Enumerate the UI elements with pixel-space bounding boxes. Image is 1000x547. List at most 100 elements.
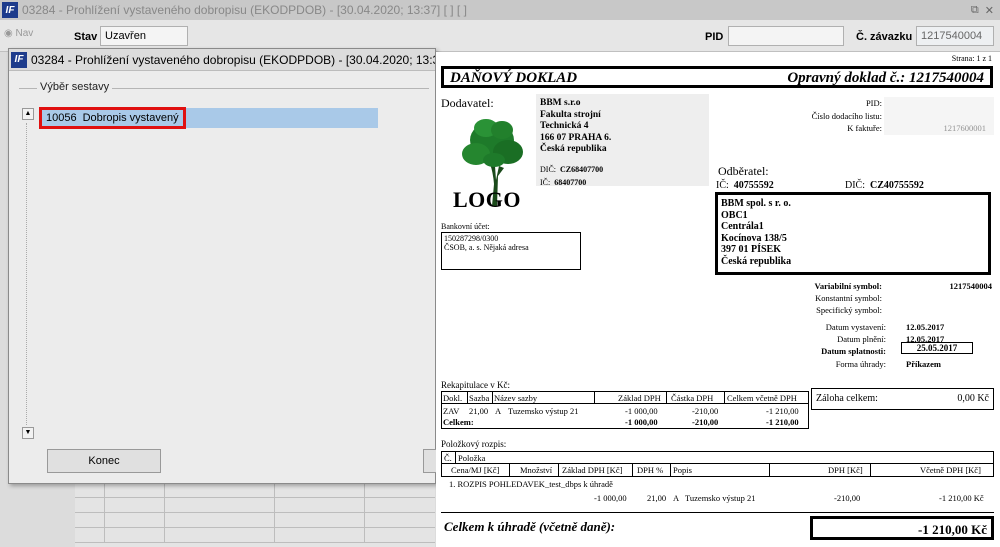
supplier-name: BBM s.r.o — [540, 98, 581, 108]
rekap-row-castka: -210,00 — [692, 406, 719, 416]
zaloha-value: 0,00 Kč — [957, 393, 989, 404]
odberatel-ic: IČ: 40755592 — [716, 180, 774, 191]
supplier-dic-value: CZ68407700 — [560, 165, 604, 174]
supplier-line3: Technická 4 — [540, 121, 589, 131]
pol-h-dph-pct: DPH % — [637, 465, 664, 475]
odberatel-label: Odběratel: — [718, 164, 769, 178]
customer-line5: 397 01 PÍSEK — [721, 244, 782, 255]
rekap-h-nazev: Název sazby — [494, 393, 538, 403]
rekap-row-kod: A — [495, 406, 502, 416]
group-label: Výběr sestavy — [37, 81, 113, 93]
odberatel-dic-value: CZ40755592 — [870, 180, 924, 191]
bank-label: Bankovní účet: — [441, 222, 490, 231]
ks-label: Konstantní symbol: — [815, 293, 882, 303]
pol-h-c: Č. — [444, 453, 452, 463]
nav-tab[interactable]: ◉ Nav — [4, 28, 33, 39]
rekap-row-sazba: 21,00 — [469, 406, 489, 416]
invoice-preview: Strana: 1 z 1 DAŇOVÝ DOKLAD Opravný dokl… — [436, 52, 1000, 547]
supplier-ic-label: IČ: — [540, 178, 551, 187]
rekap-row-dokl: ZAV — [443, 406, 460, 416]
customer-address-box: BBM spol. s r. o. OBC1 Centrála1 Kocínov… — [715, 192, 991, 275]
odberatel-dic: DIČ: CZ40755592 — [845, 180, 924, 191]
selected-item-highlight[interactable]: 10056 Dobropis vystavený — [39, 107, 186, 129]
customer-line3: Centrála1 — [721, 221, 764, 232]
pol-h-zaklad: Základ DPH [Kč] — [562, 465, 623, 475]
zaloha-label: Záloha celkem: — [816, 393, 878, 404]
pid-label: PID — [705, 31, 724, 43]
supplier-line4: 166 07 PRAHA 6. — [540, 132, 612, 143]
bank-line1: 150287298/0300 — [444, 234, 499, 243]
pol-h-dph: DPH [Kč] — [828, 465, 863, 475]
pol-item-kod: A — [673, 493, 680, 503]
report-label: Dobropis vystavený — [82, 112, 179, 124]
stav-field[interactable]: Uzavřen — [100, 26, 188, 46]
date-issue-value: 12.05.2017 — [906, 322, 945, 332]
close-window-icon[interactable]: ✕ — [985, 4, 994, 17]
pol-item-dph-pct: 21,00 — [647, 493, 667, 503]
report-selection-dialog: IF 03284 - Prohlížení vystaveného dobrop… — [8, 48, 437, 484]
rekap-h-castka: Částka DPH — [671, 393, 714, 403]
ss-label: Specifický symbol: — [816, 305, 882, 315]
page-number: Strana: 1 z 1 — [951, 54, 992, 63]
rekap-h-sazba: Sazba — [469, 393, 490, 403]
total-value: -1 210,00 Kč — [810, 516, 994, 540]
supplier-dic-label: DIČ: — [540, 165, 556, 174]
supplier-dic: DIČ: CZ68407700 — [540, 165, 603, 174]
odberatel-dic-label: DIČ: — [845, 180, 865, 191]
pol-item-popis: Tuzemsko výstup 21 — [685, 493, 756, 503]
supplier-ic-value: 68407700 — [554, 178, 587, 187]
rekap-row-nazev: Tuzemsko výstup 21 — [508, 406, 579, 416]
rekap-row-zaklad: -1 000,00 — [625, 406, 658, 416]
polozky-label: Položkový rozpis: — [441, 439, 507, 449]
symbols-block: Variabilní symbol: 1217540004 Konstantní … — [796, 280, 992, 316]
zaloha-box: Záloha celkem: 0,00 Kč — [811, 388, 994, 410]
doc-subtitle: Opravný doklad č.: 1217540004 — [787, 70, 984, 86]
main-title-bar: IF 03284 - Prohlížení vystaveného dobrop… — [0, 0, 1000, 20]
pid-field[interactable] — [728, 26, 844, 46]
partial-button[interactable] — [423, 449, 437, 473]
stav-label: Stav — [74, 31, 98, 43]
scrollbar-track[interactable] — [26, 123, 30, 425]
payment-form-label: Forma úhrady: — [835, 358, 886, 369]
rekap-h-celkem: Celkem včetně DPH — [727, 393, 797, 403]
rekap-total-label: Celkem: — [443, 417, 474, 427]
pol-h-vcetne: Včetně DPH [Kč] — [920, 465, 981, 475]
konec-button[interactable]: Konec — [47, 449, 161, 473]
supplier-line5: Česká republika — [540, 144, 607, 154]
rekap-row-celkem: -1 210,00 — [766, 406, 799, 416]
restore-window-icon[interactable]: ⧉ — [971, 4, 979, 17]
delivery-note-label: Číslo dodacího listu: — [811, 110, 882, 121]
doc-title: DAŇOVÝ DOKLAD — [450, 70, 578, 86]
ref-shade — [884, 97, 994, 135]
dialog-title-bar: IF 03284 - Prohlížení vystaveného dobrop… — [9, 49, 435, 71]
supplier-line2: Fakulta strojní — [540, 109, 601, 120]
rekap-h-dokl: Dokl. — [443, 393, 463, 403]
doc-header-box: DAŇOVÝ DOKLAD Opravný doklad č.: 1217540… — [441, 66, 993, 88]
odberatel-ic-value: 40755592 — [733, 180, 774, 191]
customer-line1: BBM spol. s r. o. — [721, 198, 791, 209]
dodavatel-label: Dodavatel: — [441, 96, 494, 110]
date-due-value: 25.05.2017 — [901, 342, 973, 354]
date-due-label: Datum splatnosti: — [821, 346, 886, 357]
bank-box: 150287298/0300 ČSOB, a. s. Nějaká adresa — [441, 232, 581, 270]
vs-label: Variabilní symbol: — [814, 281, 882, 291]
dialog-title: 03284 - Prohlížení vystaveného dobropisu… — [31, 52, 435, 67]
scroll-down-icon[interactable]: ▼ — [22, 427, 34, 439]
pol-item-vcetne: -1 210,00 Kč — [939, 493, 984, 503]
invoice-ref-label: K faktuře: — [847, 123, 882, 133]
zavazek-field[interactable]: 1217540004 — [916, 26, 994, 46]
customer-line4: Kocínova 138/5 — [721, 232, 787, 244]
pid-doc-label: PID: — [865, 98, 882, 108]
bank-line2: ČSOB, a. s. Nějaká adresa — [444, 243, 529, 252]
pol-item-dph: -210,00 — [834, 493, 861, 503]
pol-h-mnozstvi: Množství — [520, 465, 553, 475]
scroll-up-icon[interactable]: ▲ — [22, 108, 34, 120]
supplier-ic: IČ: 68407700 — [540, 178, 586, 187]
date-supply-label: Datum plnění: — [837, 334, 886, 345]
report-code: 10056 — [46, 112, 77, 124]
pol-item-title: 1. ROZPIS POHLEDAVEK_test_dbps k úhradě — [449, 479, 613, 489]
list-item[interactable]: 10056 Dobropis vystavený — [39, 107, 378, 129]
rekap-label: Rekapitulace v Kč: — [441, 380, 510, 390]
rekap-total-zaklad: -1 000,00 — [625, 417, 658, 427]
main-window-title: 03284 - Prohlížení vystaveného dobropisu… — [22, 3, 467, 17]
